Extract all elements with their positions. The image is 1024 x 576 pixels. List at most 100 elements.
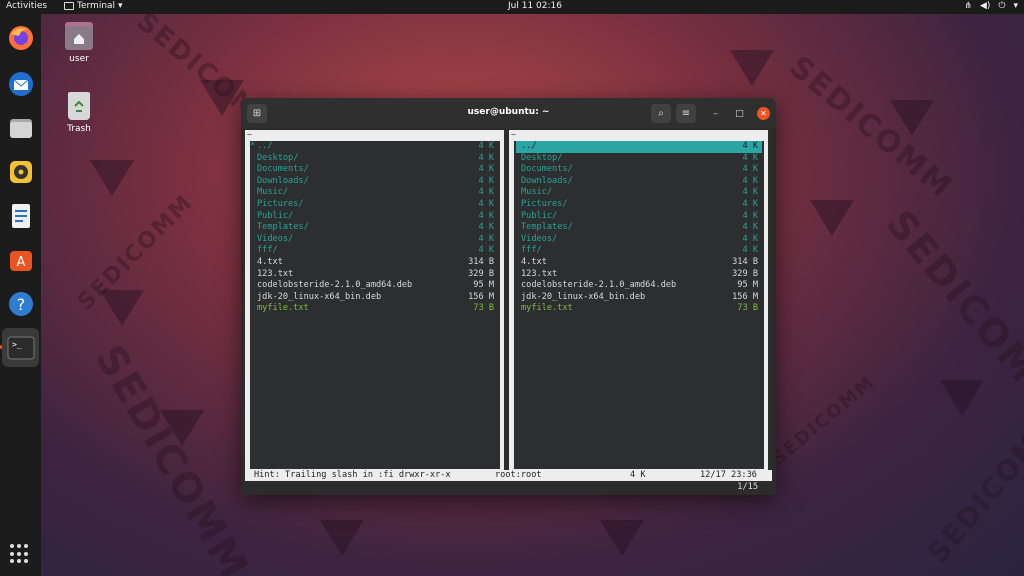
file-size: 314 B <box>468 257 494 267</box>
file-list-row[interactable]: ../ 4 K <box>516 141 762 153</box>
file-list-row[interactable]: jdk-20_linux-x64_bin.deb 156 M <box>252 292 498 304</box>
hamburger-icon: ≡ <box>681 108 691 119</box>
activities-button[interactable]: Activities <box>6 1 47 11</box>
search-button[interactable]: ⌕ <box>651 104 671 123</box>
thunderbird-icon[interactable] <box>5 68 36 99</box>
left-file-list[interactable]: * ../4 K Desktop/4 K Documents/4 K Download… <box>250 141 500 469</box>
file-list-row[interactable]: Videos/4 K <box>252 234 498 246</box>
wallpaper-triangle <box>730 50 774 86</box>
file-list-row[interactable]: Downloads/4 K <box>516 176 762 188</box>
file-size: 95 M <box>473 280 494 291</box>
close-button[interactable]: ✕ <box>757 107 770 120</box>
file-list-row[interactable]: Public/4 K <box>516 211 762 223</box>
file-list-row[interactable]: jdk-20_linux-x64_bin.deb 156 M <box>516 292 762 304</box>
file-name: Videos/ <box>521 233 558 244</box>
show-applications-icon[interactable] <box>10 544 30 564</box>
file-name: Documents/ <box>521 164 573 175</box>
firefox-icon[interactable] <box>5 22 36 53</box>
menu-button[interactable]: ≡ <box>676 104 696 123</box>
file-name: jdk-20_linux-x64_bin.deb <box>521 291 646 302</box>
file-list-row[interactable]: fff/4 K <box>516 245 762 257</box>
file-list-row[interactable]: myfile.txt 73 B <box>516 303 762 315</box>
file-list-row[interactable]: 4.txt 314 B <box>252 257 498 269</box>
file-list-row[interactable]: codelobsteride-2.1.0_amd64.deb 95 M <box>252 280 498 292</box>
network-icon: ⋔ <box>964 1 972 11</box>
file-list-row[interactable]: Templates/4 K <box>252 222 498 234</box>
file-list-row[interactable]: ../ 4 K <box>252 141 498 153</box>
files-icon[interactable] <box>5 112 36 143</box>
desktop-icon-trash[interactable]: Trash <box>54 92 104 134</box>
file-size: 4 K <box>742 222 758 233</box>
file-list-row[interactable]: Downloads/4 K <box>252 176 498 188</box>
file-list-row[interactable]: Documents/4 K <box>516 164 762 176</box>
file-list-row[interactable]: Public/4 K <box>252 211 498 223</box>
rhythmbox-icon[interactable] <box>5 156 36 187</box>
file-list-row[interactable]: myfile.txt 73 B <box>252 303 498 315</box>
wallpaper-triangle <box>200 80 244 116</box>
minimize-button[interactable]: – <box>709 107 722 120</box>
file-list-row[interactable]: Documents/4 K <box>252 164 498 176</box>
file-size: 4 K <box>742 141 758 151</box>
terminal-app-icon <box>64 2 74 10</box>
right-file-panel[interactable]: ~ ../4 K Desktop/4 K Documents/4 K Download… <box>509 130 768 470</box>
file-size: 314 B <box>732 257 758 267</box>
window-titlebar[interactable]: ⊞ user@ubuntu: ~ ⌕ ≡ – □ ✕ <box>241 98 776 128</box>
position-indicator: 1/15 <box>737 482 758 492</box>
file-name: myfile.txt <box>257 303 309 314</box>
svg-text:?: ? <box>16 295 25 314</box>
system-tray[interactable]: ⋔ ◀) ⏻ ▾ <box>964 1 1018 11</box>
wallpaper-brand: SEDICOMM <box>921 403 1024 570</box>
file-size: 95 M <box>737 280 758 291</box>
wallpaper-triangle <box>810 200 854 236</box>
wallpaper-brand: SEDICOMM <box>768 371 880 470</box>
wallpaper-triangle <box>890 100 934 136</box>
file-list-row[interactable]: Desktop/4 K <box>252 153 498 165</box>
file-list-row[interactable]: 123.txt 329 B <box>252 269 498 281</box>
top-bar: Activities Terminal ▾ Jul 11 02:16 ⋔ ◀) … <box>0 0 1024 14</box>
terminal-icon[interactable]: >_ <box>2 328 39 367</box>
file-list-row[interactable]: Pictures/4 K <box>516 199 762 211</box>
file-name: fff/ <box>257 245 278 256</box>
file-list-row[interactable]: Desktop/4 K <box>516 153 762 165</box>
wallpaper-triangle <box>160 410 204 446</box>
file-list-row[interactable]: Videos/4 K <box>516 234 762 246</box>
file-list-row[interactable]: Templates/4 K <box>516 222 762 234</box>
file-list-row[interactable]: 123.txt 329 B <box>516 269 762 281</box>
left-file-panel[interactable]: ~ * ../4 K Desktop/4 K Documents/4 K Downlo… <box>245 130 504 470</box>
file-size: 4 K <box>478 164 494 175</box>
file-name: Videos/ <box>257 233 294 244</box>
power-icon: ⏻ <box>998 1 1006 11</box>
clock[interactable]: Jul 11 02:16 <box>508 1 562 11</box>
file-name: 123.txt <box>521 268 558 279</box>
file-size: 156 M <box>468 291 494 302</box>
right-file-list[interactable]: ../4 K Desktop/4 K Documents/4 K Downloads/… <box>514 141 764 469</box>
terminal-window[interactable]: ⊞ user@ubuntu: ~ ⌕ ≡ – □ ✕ ~ * ../4 K Des… <box>241 98 776 495</box>
terminal-body[interactable]: ~ * ../4 K Desktop/4 K Documents/4 K Downlo… <box>243 128 774 495</box>
software-icon[interactable]: A <box>5 244 36 275</box>
file-list-row[interactable]: Music/4 K <box>516 187 762 199</box>
svg-text:A: A <box>16 255 25 270</box>
app-menu[interactable]: Terminal ▾ <box>64 1 123 11</box>
file-name: Public/ <box>257 210 294 221</box>
panel-path: ~ <box>511 130 516 139</box>
writer-icon[interactable] <box>5 200 36 231</box>
desktop-icon-label: user <box>69 54 89 64</box>
running-indicator <box>0 345 2 349</box>
maximize-button[interactable]: □ <box>733 107 746 120</box>
help-icon[interactable]: ? <box>5 288 36 319</box>
wallpaper-triangle <box>600 520 644 556</box>
file-name: 123.txt <box>257 268 294 279</box>
file-name: Documents/ <box>257 164 309 175</box>
status-hint: Hint: Trailing slash in :fi drwxr-xr-x <box>254 470 451 480</box>
file-list-row[interactable]: codelobsteride-2.1.0_amd64.deb 95 M <box>516 280 762 292</box>
file-size: 4 K <box>742 187 758 198</box>
dock: A ? >_ <box>0 14 41 576</box>
file-list-row[interactable]: Music/4 K <box>252 187 498 199</box>
file-size: 4 K <box>742 164 758 175</box>
file-list-row[interactable]: fff/4 K <box>252 245 498 257</box>
file-list-row[interactable]: 4.txt 314 B <box>516 257 762 269</box>
file-name: Pictures/ <box>257 199 304 209</box>
desktop-icon-home[interactable]: user <box>54 22 104 64</box>
app-menu-label: Terminal <box>77 1 116 11</box>
file-list-row[interactable]: Pictures/4 K <box>252 199 498 211</box>
